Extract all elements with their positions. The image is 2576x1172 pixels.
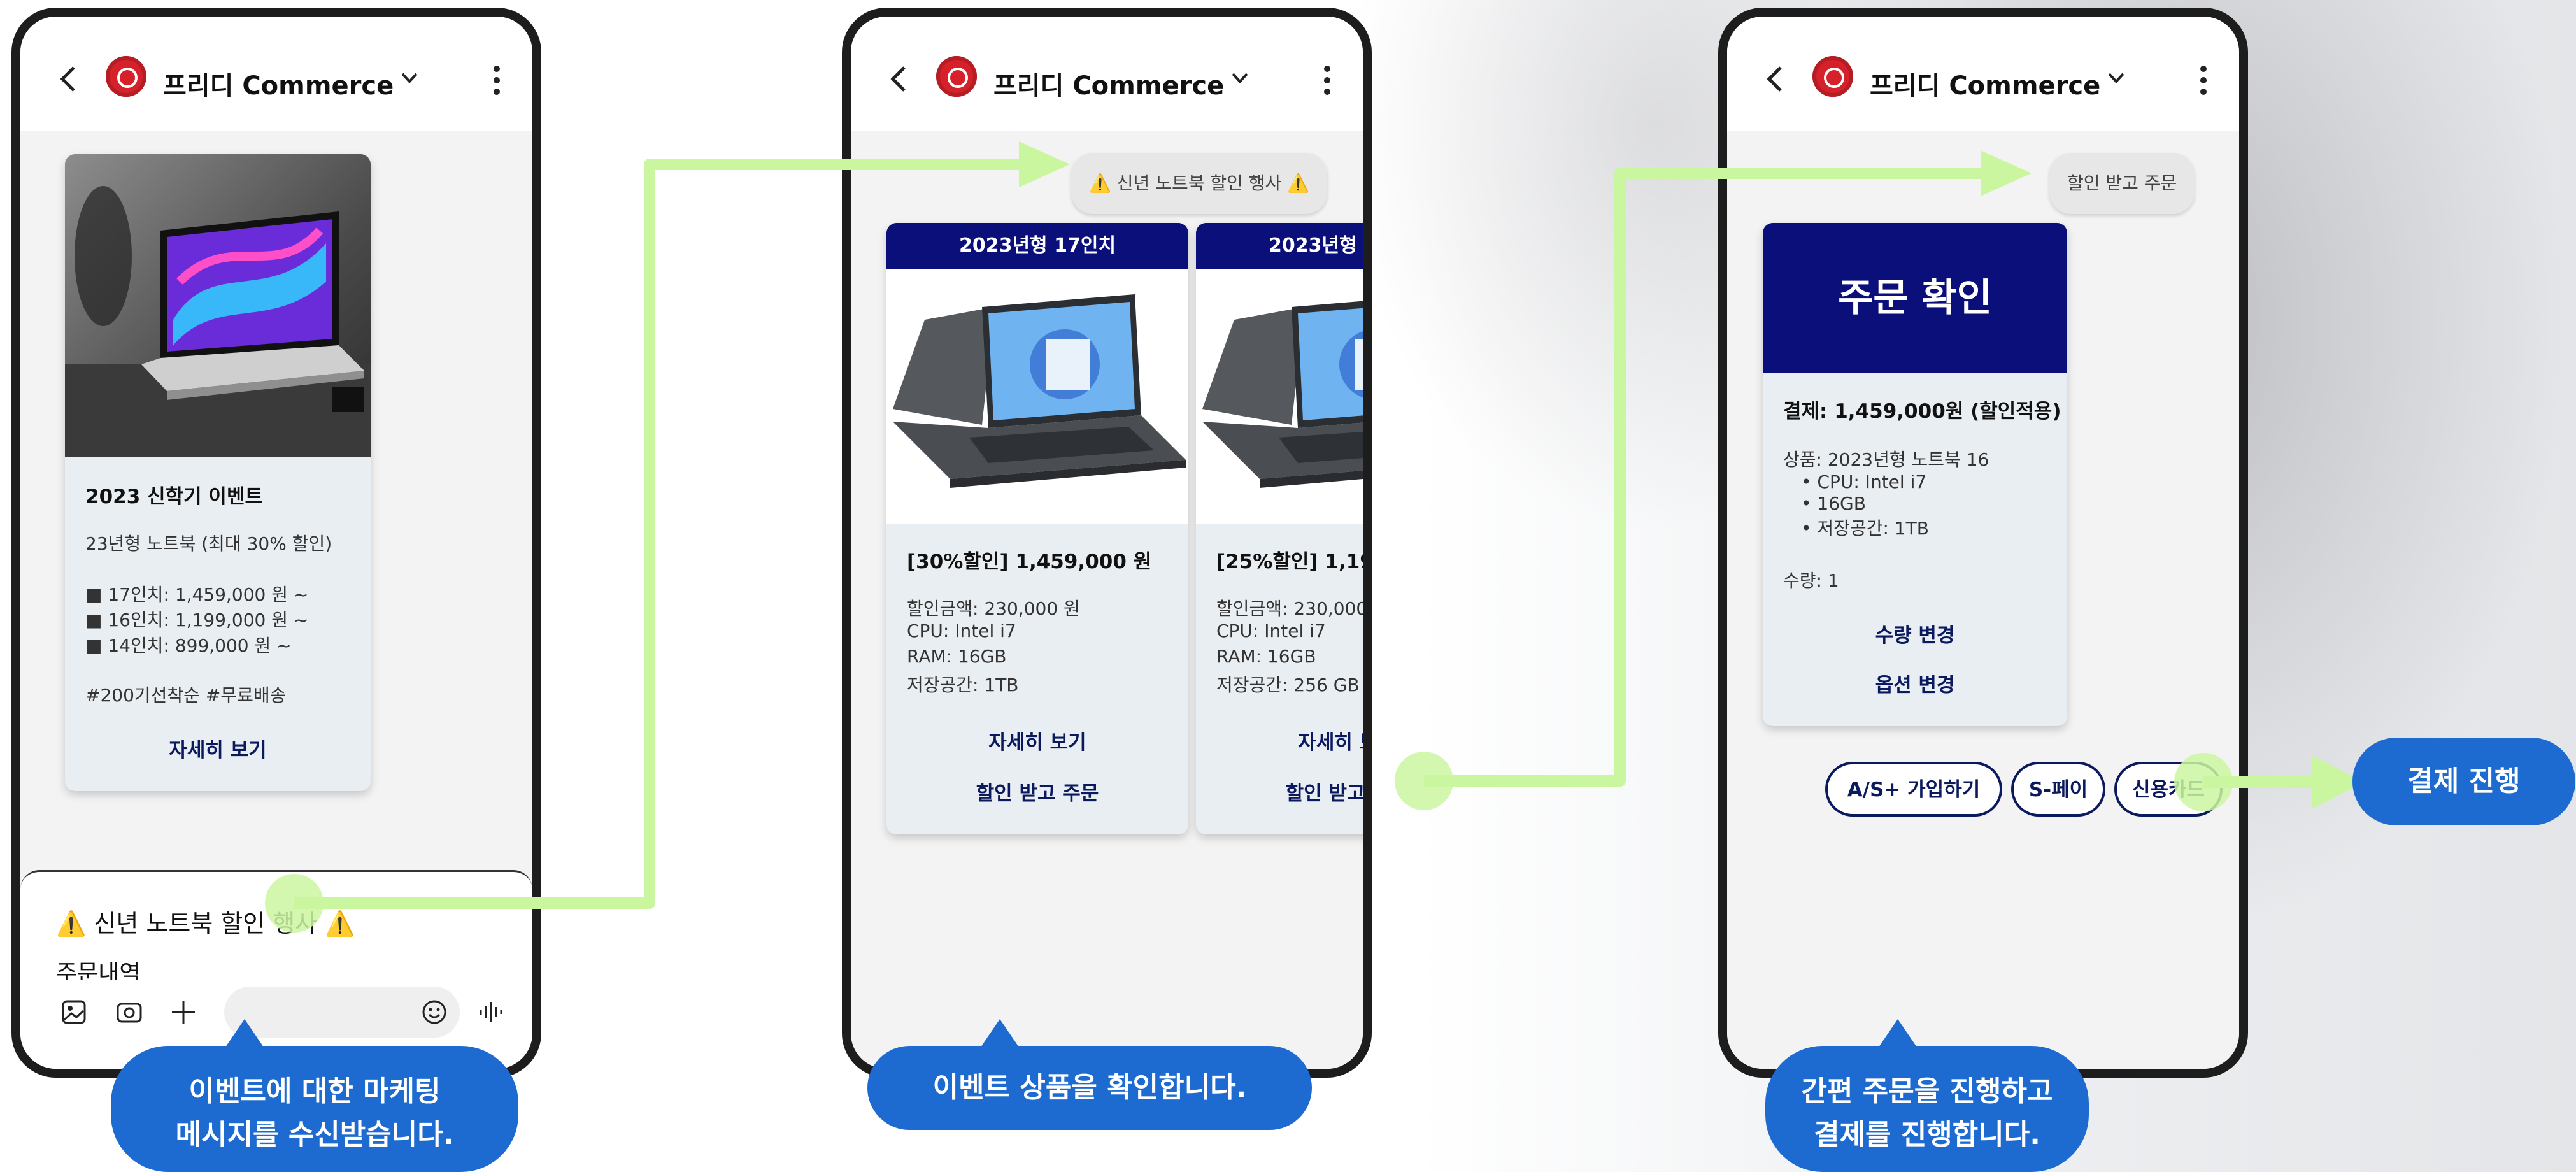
- callout-line: 결제를 진행합니다.: [1814, 1118, 2040, 1151]
- chevron-down-icon[interactable]: [400, 70, 419, 85]
- product-price: [25%할인] 1,199,000 원: [1216, 550, 1372, 573]
- product-header: 2023년형 16인치: [1196, 223, 1363, 269]
- product-spec: CPU: Intel i7: [907, 620, 1016, 641]
- order-with-discount-link[interactable]: 할인 받고 주문: [1196, 777, 1363, 806]
- camera-icon[interactable]: [116, 999, 143, 1025]
- app-logo: [106, 56, 146, 97]
- callout-tip: [981, 1019, 1019, 1047]
- event-item: ■ 17인치: 1,459,000 원 ~: [85, 584, 309, 605]
- callout-line: 이벤트에 대한 마케팅: [189, 1075, 441, 1108]
- order-quantity: 수량: 1: [1783, 570, 1839, 591]
- change-option-link[interactable]: 옵션 변경: [1763, 669, 2067, 697]
- callout-step-1: 이벤트에 대한 마케팅 메시지를 수신받습니다.: [111, 1046, 518, 1172]
- plus-icon[interactable]: [171, 999, 196, 1025]
- product-card: 2023년형 17인치 [30%할인] 1,459,000 원 할인금액: 23…: [886, 223, 1188, 834]
- product-spec: CPU: Intel i7: [1216, 620, 1326, 641]
- chat-area: ⚠️ 신년 노트북 할인 행사 ⚠️ 2023년형 17인치 [30%할인] 1…: [851, 131, 1363, 1069]
- order-bullet: • 16GB: [1801, 493, 1866, 514]
- chat-area: 할인 받고 주문 주문 확인 결제: 1,459,000원 (할인적용) 상품:…: [1727, 131, 2239, 1069]
- product-spec: RAM: 16GB: [1216, 646, 1316, 667]
- order-product: 상품: 2023년형 노트북 16: [1783, 449, 1989, 470]
- order-bullet: • CPU: Intel i7: [1801, 471, 1927, 492]
- laptop-photo-icon: [65, 186, 371, 457]
- user-message-bubble: ⚠️ 신년 노트북 할인 행사 ⚠️: [1071, 153, 1328, 214]
- emoji-icon[interactable]: [422, 999, 447, 1025]
- product-image: [886, 269, 1188, 524]
- event-image: [65, 154, 371, 457]
- laptop-icon: [1202, 301, 1363, 488]
- app-logo: [1812, 56, 1853, 97]
- app-header: 프리디 Commerce: [20, 17, 532, 131]
- details-link[interactable]: 자세히 보기: [1196, 726, 1363, 755]
- more-vert-icon[interactable]: [2200, 65, 2207, 96]
- app-header: 프리디 Commerce: [851, 17, 1363, 131]
- product-header: 2023년형 17인치: [886, 223, 1188, 269]
- payment-proceed-badge[interactable]: 결제 진행: [2352, 738, 2575, 825]
- app-title[interactable]: 프리디 Commerce: [1870, 65, 2100, 102]
- app-header: 프리디 Commerce: [1727, 17, 2239, 131]
- product-card: 2023년형 16인치 [25%할인] 1,199,000 원 할인금액: 23…: [1196, 223, 1372, 834]
- phone-frame-2: 프리디 Commerce ⚠️ 신년 노트북 할인 행사 ⚠️ 2023년형 1…: [842, 8, 1372, 1078]
- message-text[interactable]: ⚠️ 신년 노트북 할인 행사 ⚠️: [56, 904, 355, 939]
- order-bullet-text: CPU: Intel i7: [1817, 471, 1927, 492]
- phone-frame-3: 프리디 Commerce 할인 받고 주문 주문 확인 결제: 1,459,00…: [1718, 8, 2248, 1078]
- credit-card-button[interactable]: 신용카드: [2114, 762, 2223, 817]
- laptop-icon: [893, 294, 1186, 488]
- event-item: ■ 14인치: 899,000 원 ~: [85, 635, 292, 656]
- order-payment: 결제: 1,459,000원 (할인적용): [1783, 400, 2061, 423]
- event-item: ■ 16인치: 1,199,000 원 ~: [85, 610, 309, 631]
- callout-tip: [225, 1019, 264, 1047]
- product-spec: 할인금액: 230,000 원: [1216, 598, 1368, 619]
- callout-step-3: 간편 주문을 진행하고 결제를 진행합니다.: [1765, 1046, 2089, 1172]
- callout-line: 메시지를 수신받습니다.: [175, 1118, 454, 1151]
- gallery-icon[interactable]: [61, 999, 87, 1025]
- product-price: [30%할인] 1,459,000 원: [907, 550, 1152, 573]
- phone-frame-1: 프리디 Commerce 2023 신학기 이벤트 23년형 노트북 (최대 3…: [11, 8, 541, 1078]
- order-bullet-text: 16GB: [1817, 493, 1866, 514]
- more-vert-icon[interactable]: [1323, 65, 1331, 96]
- app-title[interactable]: 프리디 Commerce: [163, 65, 394, 102]
- app-logo: [936, 56, 977, 97]
- product-spec: 저장공간: 256 GB: [1216, 675, 1360, 696]
- as-plus-button[interactable]: A/S+ 가입하기: [1825, 762, 2002, 817]
- back-arrow-icon[interactable]: [888, 62, 911, 96]
- s-pay-button[interactable]: S-페이: [2011, 762, 2105, 817]
- back-arrow-icon[interactable]: [1764, 62, 1787, 96]
- chevron-down-icon[interactable]: [2107, 70, 2126, 85]
- product-spec: 할인금액: 230,000 원: [907, 598, 1080, 619]
- callout-line: 간편 주문을 진행하고: [1801, 1075, 2053, 1108]
- order-with-discount-link[interactable]: 할인 받고 주문: [886, 777, 1188, 806]
- event-card: 2023 신학기 이벤트 23년형 노트북 (최대 30% 할인) ■ 17인치…: [65, 154, 371, 791]
- change-quantity-link[interactable]: 수량 변경: [1763, 619, 2067, 648]
- chevron-down-icon[interactable]: [1230, 70, 1249, 85]
- order-bullet-text: 저장공간: 1TB: [1817, 518, 1929, 539]
- details-link[interactable]: 자세히 보기: [65, 734, 371, 762]
- back-arrow-icon[interactable]: [57, 62, 80, 96]
- more-vert-icon[interactable]: [493, 65, 501, 96]
- voice-icon[interactable]: [478, 999, 503, 1025]
- callout-step-2: 이벤트 상품을 확인합니다.: [867, 1046, 1312, 1130]
- message-second-line: 주문내역: [56, 961, 141, 980]
- user-message-bubble: 할인 받고 주문: [2049, 153, 2195, 214]
- product-spec: RAM: 16GB: [907, 646, 1007, 667]
- callout-tip: [1879, 1019, 1917, 1047]
- details-link[interactable]: 자세히 보기: [886, 726, 1188, 755]
- product-spec: 저장공간: 1TB: [907, 675, 1019, 696]
- event-tags: #200기선착순 #무료배송: [85, 685, 287, 706]
- order-bullet: • 저장공간: 1TB: [1801, 518, 1929, 539]
- order-confirm-card: 주문 확인 결제: 1,459,000원 (할인적용) 상품: 2023년형 노…: [1763, 223, 2067, 726]
- product-image: [1196, 269, 1363, 524]
- order-confirm-header: 주문 확인: [1763, 223, 2067, 373]
- app-title[interactable]: 프리디 Commerce: [993, 65, 1224, 102]
- event-title: 2023 신학기 이벤트: [85, 485, 263, 508]
- event-subtitle: 23년형 노트북 (최대 30% 할인): [85, 533, 332, 554]
